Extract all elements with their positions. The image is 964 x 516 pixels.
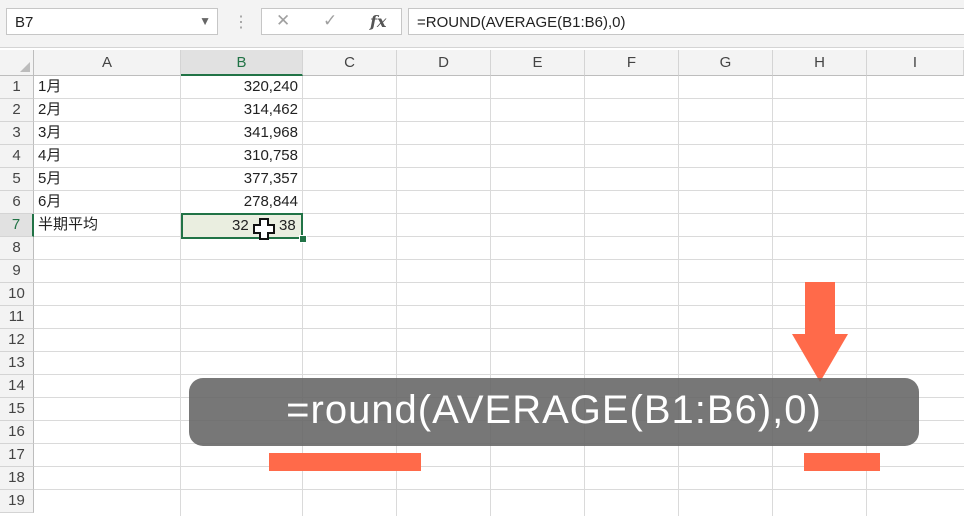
row-header-11[interactable]: 11 [0, 306, 34, 329]
gridline [34, 98, 964, 99]
arrow-down-icon [792, 282, 848, 382]
gridline [584, 76, 585, 516]
column-header-c[interactable]: C [303, 50, 397, 76]
name-box[interactable]: B7 ▼ [6, 8, 218, 35]
cell-b7-value-start: 32 [232, 217, 249, 234]
cell-a4[interactable]: 4月 [38, 145, 61, 167]
gridline [34, 167, 964, 168]
column-header-e[interactable]: E [491, 50, 585, 76]
row-header-16[interactable]: 16 [0, 421, 34, 444]
gridline [34, 489, 964, 490]
row-header-17[interactable]: 17 [0, 444, 34, 467]
cell-b7-value-end: 38 [279, 217, 296, 234]
gridline [34, 144, 964, 145]
cell-a2[interactable]: 2月 [38, 99, 61, 121]
gridline [34, 259, 964, 260]
cell-b6[interactable]: 278,844 [181, 191, 298, 213]
row-header-19[interactable]: 19 [0, 490, 34, 513]
cell-a3[interactable]: 3月 [38, 122, 61, 144]
formula-bar: B7 ▼ ⋮ ✕ ✓ fx =ROUND(AVERAGE(B1:B6),0) [0, 0, 964, 48]
more-options-icon[interactable]: ⋮ [233, 12, 249, 32]
close-icon[interactable]: ✕ [276, 11, 290, 31]
row-header-4[interactable]: 4 [0, 145, 34, 168]
row-header-18[interactable]: 18 [0, 467, 34, 490]
chevron-down-icon[interactable]: ▼ [199, 14, 211, 28]
cell-a1[interactable]: 1月 [38, 76, 61, 98]
gridline [34, 213, 964, 214]
row-header-8[interactable]: 8 [0, 237, 34, 260]
gridline [34, 236, 964, 237]
cell-cursor-icon [253, 218, 275, 240]
highlight-underline-round [269, 453, 421, 471]
cell-a6[interactable]: 6月 [38, 191, 61, 213]
name-box-value: B7 [15, 14, 34, 31]
formula-input[interactable]: =ROUND(AVERAGE(B1:B6),0) [408, 8, 964, 35]
row-header-2[interactable]: 2 [0, 99, 34, 122]
row-header-7[interactable]: 7 [0, 214, 34, 237]
cell-b5[interactable]: 377,357 [181, 168, 298, 190]
column-header-a[interactable]: A [34, 50, 181, 76]
row-header-13[interactable]: 13 [0, 352, 34, 375]
gridline [34, 190, 964, 191]
column-header-h[interactable]: H [773, 50, 867, 76]
row-header-14[interactable]: 14 [0, 375, 34, 398]
gridline [678, 76, 679, 516]
formula-buttons: ✕ ✓ fx [261, 8, 402, 35]
gridline [866, 76, 867, 516]
column-header-i[interactable]: I [867, 50, 964, 76]
formula-text: =ROUND(AVERAGE(B1:B6),0) [417, 14, 626, 31]
gridline [772, 76, 773, 516]
select-all-button[interactable] [0, 50, 34, 76]
row-header-12[interactable]: 12 [0, 329, 34, 352]
cell-b4[interactable]: 310,758 [181, 145, 298, 167]
gridline [490, 76, 491, 516]
row-header-5[interactable]: 5 [0, 168, 34, 191]
row-header-6[interactable]: 6 [0, 191, 34, 214]
gridline [396, 76, 397, 516]
row-header-15[interactable]: 15 [0, 398, 34, 421]
selected-cell-b7[interactable]: 32 38 [181, 213, 303, 239]
column-header-f[interactable]: F [585, 50, 679, 76]
row-header-1[interactable]: 1 [0, 76, 34, 99]
cell-b2[interactable]: 314,462 [181, 99, 298, 121]
fill-handle[interactable] [299, 235, 307, 243]
highlight-underline-digits [804, 453, 880, 471]
insert-function-button[interactable]: fx [370, 12, 386, 31]
check-icon[interactable]: ✓ [323, 11, 337, 31]
row-header-10[interactable]: 10 [0, 283, 34, 306]
column-header-d[interactable]: D [397, 50, 491, 76]
row-header-3[interactable]: 3 [0, 122, 34, 145]
gridline [34, 121, 964, 122]
cell-b3[interactable]: 341,968 [181, 122, 298, 144]
formula-callout: =round(AVERAGE(B1:B6),0) [189, 378, 919, 446]
cell-a7[interactable]: 半期平均 [38, 214, 98, 236]
column-header-b[interactable]: B [181, 50, 303, 76]
cell-b1[interactable]: 320,240 [181, 76, 298, 98]
row-header-9[interactable]: 9 [0, 260, 34, 283]
column-header-g[interactable]: G [679, 50, 773, 76]
gridline [302, 76, 303, 516]
formula-callout-text: =round(AVERAGE(B1:B6),0) [286, 388, 822, 432]
cell-a5[interactable]: 5月 [38, 168, 61, 190]
